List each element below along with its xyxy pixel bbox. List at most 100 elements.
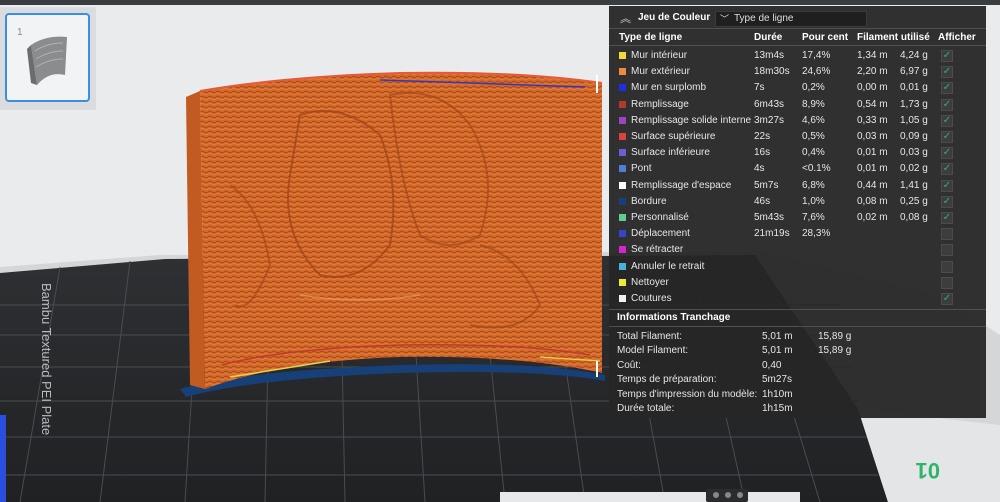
show-checkbox-checked[interactable]: ✓ bbox=[941, 82, 953, 95]
line-type-percent: 8,9% bbox=[802, 98, 825, 110]
show-checkbox-checked[interactable]: ✓ bbox=[941, 195, 953, 208]
line-type-name: Remplissage bbox=[631, 98, 689, 110]
show-checkbox-checked[interactable]: ✓ bbox=[941, 131, 953, 143]
line-type-duration: 6m43s bbox=[754, 98, 785, 110]
slicing-info-row: Temps de préparation: 5m27s bbox=[609, 373, 986, 387]
filament-weight: 1,41 g bbox=[900, 179, 928, 191]
line-type-name: Remplissage d'espace bbox=[631, 179, 732, 191]
filament-length: 0,01 m bbox=[857, 163, 888, 175]
line-type-name: Mur en surplomb bbox=[631, 82, 707, 94]
show-checkbox-checked[interactable]: ✓ bbox=[941, 179, 953, 192]
line-type-duration: 7s bbox=[754, 82, 765, 94]
slicing-info-title: Informations Tranchage bbox=[617, 312, 731, 323]
color-swatch bbox=[619, 197, 626, 205]
slicing-info-row: Durée totale: 1h15m bbox=[609, 402, 986, 416]
show-checkbox-checked[interactable]: ✓ bbox=[941, 98, 953, 111]
color-swatch bbox=[619, 52, 626, 59]
show-checkbox-checked[interactable]: ✓ bbox=[941, 212, 953, 224]
color-swatch bbox=[619, 295, 626, 302]
line-type-row[interactable]: Mur intérieur 13m4s 17,4% 1,34 m 4,24 g ✓ bbox=[609, 48, 986, 64]
color-swatch bbox=[619, 278, 626, 286]
info-value: 1h10m bbox=[762, 388, 793, 400]
line-type-row[interactable]: Pont 4s <0.1% 0,01 m 0,02 g ✓ bbox=[609, 161, 986, 177]
show-checkbox[interactable] bbox=[941, 276, 953, 289]
color-swatch bbox=[619, 165, 626, 173]
line-type-row[interactable]: Remplissage d'espace 5m7s 6,8% 0,44 m 1,41 g… bbox=[609, 178, 986, 194]
filament-length: 0,02 m bbox=[857, 212, 888, 223]
show-checkbox[interactable] bbox=[941, 228, 953, 241]
filament-weight: 1,73 g bbox=[900, 98, 928, 110]
line-type-name: Remplissage solide interne bbox=[631, 114, 752, 126]
filament-weight: 0,03 g bbox=[900, 147, 928, 159]
view-type-select[interactable]: ﹀ Type de ligne bbox=[715, 11, 867, 27]
line-type-row[interactable]: Remplissage 6m43s 8,9% 0,54 m 1,73 g ✓ bbox=[609, 97, 986, 113]
line-type-row[interactable]: Mur en surplomb 7s 0,2% 0,00 m 0,01 g ✓ bbox=[609, 80, 986, 96]
line-type-row[interactable]: Personnalisé 5m43s 7,6% 0,02 m 0,08 g ✓ bbox=[609, 210, 986, 226]
info-label: Total Filament: bbox=[617, 331, 683, 342]
slicing-info-row: Coût: 0,40 bbox=[609, 359, 986, 373]
show-checkbox-checked[interactable]: ✓ bbox=[941, 50, 953, 62]
line-type-duration: 18m30s bbox=[754, 66, 790, 78]
col-header-show: Afficher bbox=[938, 32, 976, 43]
divider bbox=[609, 45, 986, 46]
line-type-percent: 28,3% bbox=[802, 228, 831, 240]
line-type-row[interactable]: Coutures ✓ bbox=[609, 291, 986, 307]
filament-length: 2,20 m bbox=[857, 66, 888, 78]
line-type-name: Mur extérieur bbox=[631, 66, 690, 78]
line-type-duration: 16s bbox=[754, 147, 771, 159]
line-type-row[interactable]: Annuler le retrait bbox=[609, 259, 986, 275]
show-checkbox-checked[interactable]: ✓ bbox=[941, 293, 953, 305]
divider bbox=[609, 28, 986, 29]
filament-weight: 6,97 g bbox=[900, 66, 928, 78]
show-checkbox-checked[interactable]: ✓ bbox=[941, 66, 953, 79]
line-type-row[interactable]: Mur extérieur 18m30s 24,6% 2,20 m 6,97 g ✓ bbox=[609, 64, 986, 80]
line-type-name: Bordure bbox=[631, 195, 667, 207]
line-type-name: Surface supérieure bbox=[631, 131, 716, 142]
line-type-row[interactable]: Bordure 46s 1,0% 0,08 m 0,25 g ✓ bbox=[609, 194, 986, 210]
line-type-name: Nettoyer bbox=[631, 276, 669, 288]
filament-weight: 0,08 g bbox=[900, 212, 928, 223]
line-type-percent: 0,4% bbox=[802, 147, 825, 159]
line-type-name: Mur intérieur bbox=[631, 50, 688, 61]
filament-weight: 0,02 g bbox=[900, 163, 928, 175]
col-header-percent: Pour cent bbox=[802, 32, 849, 43]
line-type-percent: <0.1% bbox=[802, 163, 831, 175]
line-type-row[interactable]: Déplacement 21m19s 28,3% bbox=[609, 226, 986, 242]
line-type-name: Surface inférieure bbox=[631, 147, 710, 159]
filament-weight: 1,05 g bbox=[900, 114, 928, 126]
info-value-secondary: 15,89 g bbox=[818, 345, 852, 357]
filament-weight: 4,24 g bbox=[900, 50, 928, 61]
line-type-row[interactable]: Se rétracter bbox=[609, 242, 986, 258]
printed-model[interactable] bbox=[186, 71, 603, 389]
line-type-row[interactable]: Surface supérieure 22s 0,5% 0,03 m 0,09 g ✓ bbox=[609, 129, 986, 145]
info-label: Coût: bbox=[617, 359, 641, 371]
plate-thumbnail[interactable]: 1 bbox=[5, 13, 90, 102]
color-swatch bbox=[619, 149, 626, 157]
line-type-row[interactable]: Nettoyer bbox=[609, 275, 986, 291]
show-checkbox-checked[interactable]: ✓ bbox=[941, 163, 953, 176]
line-type-row[interactable]: Remplissage solide interne 3m27s 4,6% 0,33 … bbox=[609, 113, 986, 129]
show-checkbox[interactable] bbox=[941, 244, 953, 257]
filament-length: 0,44 m bbox=[857, 179, 888, 191]
show-checkbox[interactable] bbox=[941, 260, 953, 273]
slicing-info-row: Temps d'impression du modèle: 1h10m bbox=[609, 388, 986, 402]
show-checkbox-checked[interactable]: ✓ bbox=[941, 147, 953, 160]
filament-length: 0,01 m bbox=[857, 147, 888, 159]
col-header-type: Type de ligne bbox=[619, 32, 683, 43]
collapse-icon[interactable]: ︽ bbox=[620, 10, 631, 26]
line-type-percent: 0,5% bbox=[802, 131, 825, 142]
line-type-name: Coutures bbox=[631, 293, 672, 304]
plate-number[interactable]: 01 bbox=[916, 458, 940, 483]
slicing-info-row: Model Filament: 5,01 m 15,89 g bbox=[609, 344, 986, 358]
color-swatch bbox=[619, 84, 626, 92]
filament-weight: 0,25 g bbox=[900, 195, 928, 207]
line-type-duration: 5m7s bbox=[754, 179, 779, 191]
color-swatch bbox=[619, 214, 626, 221]
line-type-duration: 22s bbox=[754, 131, 771, 142]
line-type-row[interactable]: Surface inférieure 16s 0,4% 0,01 m 0,03 g ✓ bbox=[609, 145, 986, 161]
color-scheme-legend: ︽ Jeu de Couleur ﹀ Type de ligne Type de… bbox=[609, 6, 986, 418]
color-swatch bbox=[619, 246, 626, 254]
filament-length: 0,33 m bbox=[857, 114, 888, 126]
show-checkbox-checked[interactable]: ✓ bbox=[941, 114, 953, 127]
plate-thumbnail-panel: 1 bbox=[0, 7, 96, 110]
